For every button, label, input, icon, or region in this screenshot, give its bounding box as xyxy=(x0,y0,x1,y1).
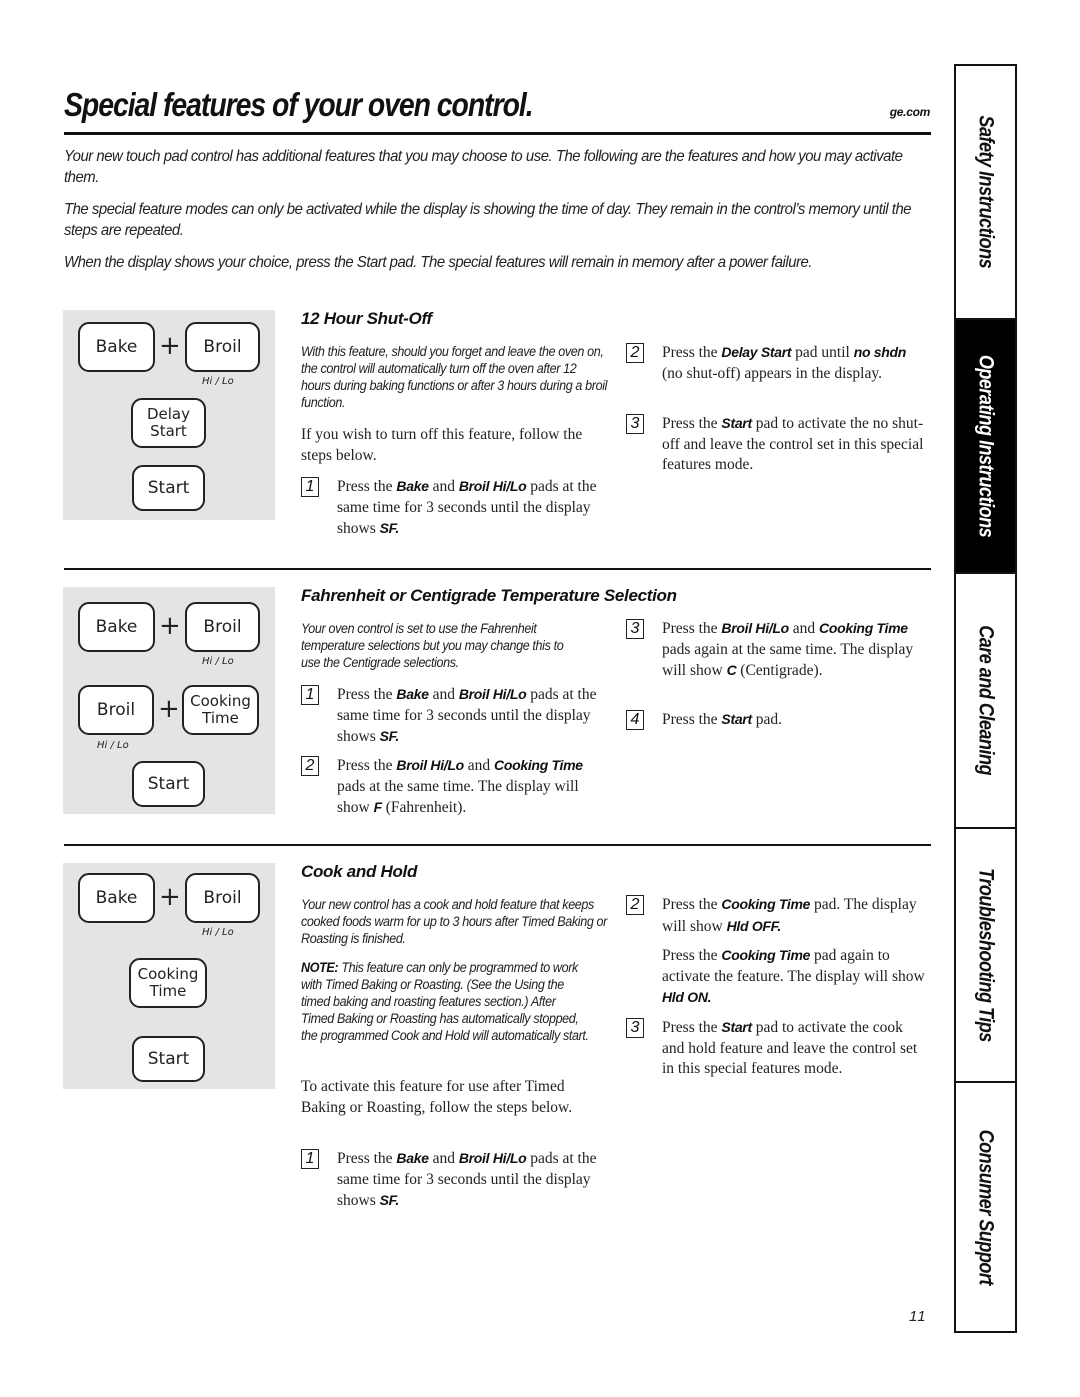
broil-pad: Broil xyxy=(185,873,260,923)
step-item: 3 Press the Start pad to activate the no… xyxy=(626,413,926,476)
tab-care-and-cleaning[interactable]: Care and Cleaning xyxy=(956,574,1015,829)
tab-operating-instructions[interactable]: Operating Instructions xyxy=(956,320,1015,574)
page-number: 11 xyxy=(909,1308,927,1325)
start-pad: Start xyxy=(132,465,205,511)
start-pad: Start xyxy=(132,1036,205,1082)
step-item: 3 Press the Start pad to activate the co… xyxy=(626,1017,926,1080)
hilo-label: Hi / Lo xyxy=(202,927,234,938)
delay-start-pad: Delay Start xyxy=(131,398,206,448)
section-note-cookhold: NOTE: This feature can only be programme… xyxy=(301,960,589,1043)
step-item: 1 Press the Bake and Broil Hi/Lo pads at… xyxy=(301,476,601,540)
tab-consumer-support[interactable]: Consumer Support xyxy=(956,1083,1015,1331)
keypad-panel-cookhold: Bake + Broil Hi / Lo Cooking Time Start xyxy=(63,863,275,1089)
cooking-time-pad: Cooking Time xyxy=(182,685,259,735)
section-lead-shutoff: If you wish to turn off this feature, fo… xyxy=(301,426,583,464)
plus-sign: + xyxy=(159,882,181,912)
hilo-label: Hi / Lo xyxy=(97,740,129,751)
section-divider xyxy=(64,844,931,846)
bake-pad: Bake xyxy=(78,602,155,652)
note-label: NOTE: xyxy=(301,960,339,975)
step-item: 3 Press the Broil Hi/Lo and Cooking Time… xyxy=(626,618,926,682)
section-heading-shutoff: 12 Hour Shut-Off xyxy=(301,309,432,328)
section-lead-cookhold: To activate this feature for use after T… xyxy=(301,1078,573,1116)
step-continuation: Press the Cooking Time pad again to acti… xyxy=(662,947,925,1005)
section-description-shutoff: With this feature, should you forget and… xyxy=(301,344,608,410)
page-title: Special features of your oven control. xyxy=(64,86,534,123)
tab-safety-instructions[interactable]: Safety Instructions xyxy=(956,66,1015,320)
section-heading-cookhold: Cook and Hold xyxy=(301,862,418,881)
step-item: 4 Press the Start pad. xyxy=(626,709,926,731)
bake-pad: Bake xyxy=(78,322,155,372)
intro-paragraph-3: When the display shows your choice, pres… xyxy=(64,254,812,271)
plus-sign: + xyxy=(159,331,181,361)
broil-pad: Broil xyxy=(185,602,260,652)
section-description-temperature: Your oven control is set to use the Fahr… xyxy=(301,621,564,670)
keypad-panel-shutoff: Bake + Broil Hi / Lo Delay Start Start xyxy=(63,310,275,520)
keypad-panel-temperature: Bake + Broil Hi / Lo Broil + Cooking Time… xyxy=(63,587,275,814)
section-tabs: Safety Instructions Operating Instructio… xyxy=(954,64,1017,1333)
intro-paragraph-1: Your new touch pad control has additiona… xyxy=(64,148,903,186)
broil-pad: Broil xyxy=(185,322,260,372)
hilo-label: Hi / Lo xyxy=(202,656,234,667)
bake-pad: Bake xyxy=(78,873,155,923)
hilo-label: Hi / Lo xyxy=(202,376,234,387)
cooking-time-pad: Cooking Time xyxy=(129,958,207,1008)
section-description-cookhold: Your new control has a cook and hold fea… xyxy=(301,897,607,946)
broil-pad: Broil xyxy=(78,685,154,735)
step-item: 2 Press the Broil Hi/Lo and Cooking Time… xyxy=(301,755,601,819)
title-rule xyxy=(64,132,931,135)
site-url: ge.com xyxy=(889,105,931,119)
section-divider xyxy=(64,568,931,570)
step-item: 2 Press the Delay Start pad until no shd… xyxy=(626,342,926,384)
step-item: 2 Press the Cooking Time pad. The displa… xyxy=(626,894,926,937)
step-item: 1 Press the Bake and Broil Hi/Lo pads at… xyxy=(301,1148,601,1212)
plus-sign: + xyxy=(158,694,180,724)
start-pad: Start xyxy=(132,761,205,807)
intro-paragraph-2: The special feature modes can only be ac… xyxy=(64,201,912,239)
tab-troubleshooting-tips[interactable]: Troubleshooting Tips xyxy=(956,829,1015,1083)
plus-sign: + xyxy=(159,611,181,641)
step-item: 1 Press the Bake and Broil Hi/Lo pads at… xyxy=(301,684,601,748)
section-heading-temperature: Fahrenheit or Centigrade Temperature Sel… xyxy=(301,586,677,605)
